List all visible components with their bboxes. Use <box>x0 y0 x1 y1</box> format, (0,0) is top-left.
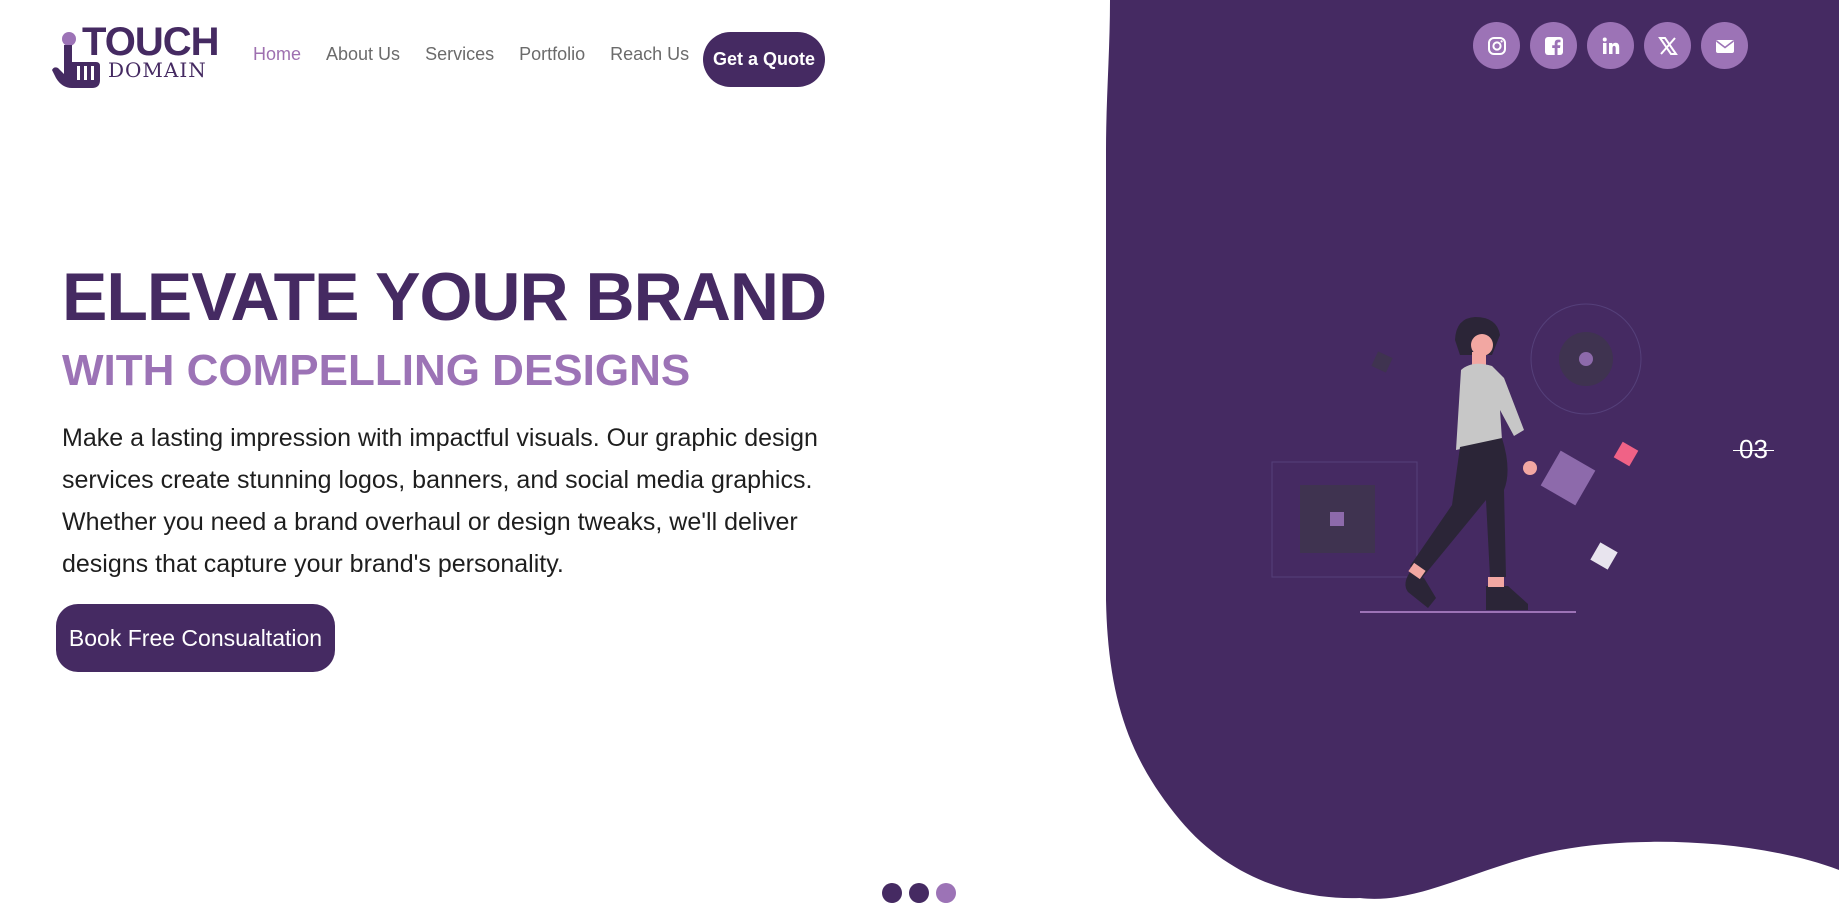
slide-number: 03 <box>1733 434 1774 465</box>
nav-portfolio[interactable]: Portfolio <box>519 44 585 65</box>
book-consultation-button[interactable]: Book Free Consualtation <box>56 604 335 672</box>
slider-dot-2[interactable] <box>909 883 929 903</box>
hero-title: ELEVATE YOUR BRAND <box>62 259 827 335</box>
logo-word-domain: DOMAIN <box>108 58 207 82</box>
nav-services[interactable]: Services <box>425 44 494 65</box>
nav-about-us[interactable]: About Us <box>326 44 400 65</box>
social-links <box>1473 22 1748 69</box>
brand-logo[interactable]: TOUCH DOMAIN <box>52 20 222 90</box>
slider-dot-3[interactable] <box>936 883 956 903</box>
nav-reach-us[interactable]: Reach Us <box>610 44 689 65</box>
slider-dot-1[interactable] <box>882 883 902 903</box>
hero-subtitle: WITH COMPELLING DESIGNS <box>62 346 691 395</box>
main-navigation: Home About Us Services Portfolio Reach U… <box>253 44 714 65</box>
linkedin-icon[interactable] <box>1587 22 1634 69</box>
hero-description: Make a lasting impression with impactful… <box>62 424 818 578</box>
facebook-icon[interactable] <box>1530 22 1577 69</box>
get-a-quote-button[interactable]: Get a Quote <box>703 32 825 87</box>
slide-number-text: 03 <box>1739 434 1768 464</box>
email-icon[interactable] <box>1701 22 1748 69</box>
instagram-icon[interactable] <box>1473 22 1520 69</box>
nav-home[interactable]: Home <box>253 44 301 65</box>
designer-illustration <box>1271 303 1642 613</box>
slider-pagination <box>882 883 956 903</box>
x-twitter-icon[interactable] <box>1644 22 1691 69</box>
